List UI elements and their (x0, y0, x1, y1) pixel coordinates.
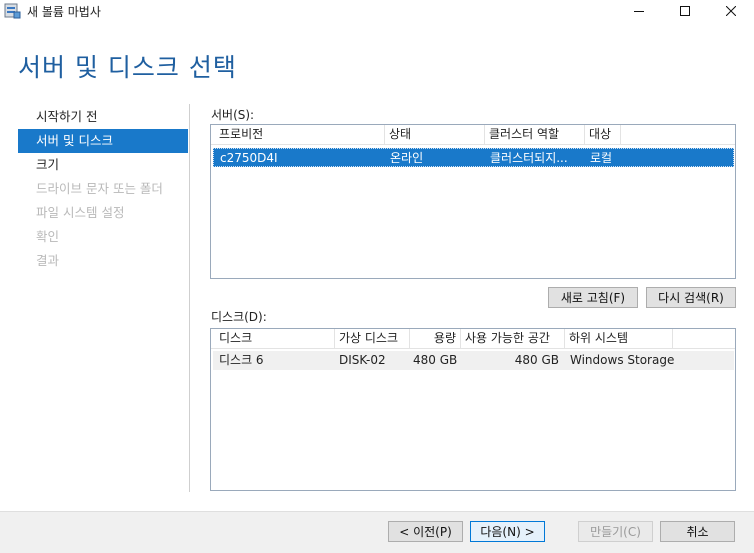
server-list[interactable]: 프로비전 상태 클러스터 역할 대상 c2750D4I 온라인 클러스터되지..… (210, 124, 736, 279)
cell-cluster-role: 클러스터되지... (490, 151, 568, 165)
disk-list-header: 디스크 가상 디스크 용량 사용 가능한 공간 하위 시스템 (211, 329, 735, 349)
column-header-status[interactable]: 상태 (385, 125, 485, 145)
nav-item-server-and-disk[interactable]: 서버 및 디스크 (18, 129, 188, 153)
minimize-button[interactable] (616, 0, 662, 22)
cell-status: 온라인 (390, 151, 424, 165)
cell-subsystem: Windows Storage (570, 353, 675, 367)
close-button[interactable] (708, 0, 754, 22)
column-header-subsystem[interactable]: 하위 시스템 (565, 329, 673, 349)
previous-button[interactable]: < 이전(P) (388, 521, 463, 542)
table-row[interactable]: c2750D4I 온라인 클러스터되지... 로컬 (213, 148, 734, 167)
maximize-icon (680, 6, 690, 16)
server-list-label: 서버(S): (211, 108, 255, 122)
cancel-button[interactable]: 취소 (660, 521, 735, 542)
cell-target: 로컬 (590, 151, 613, 165)
column-header-disk[interactable]: 디스크 (215, 329, 335, 349)
wizard-steps-nav: 시작하기 전 서버 및 디스크 크기 드라이브 문자 또는 폴더 파일 시스템 … (18, 105, 188, 273)
server-list-header: 프로비전 상태 클러스터 역할 대상 (211, 125, 735, 145)
disk-list[interactable]: 디스크 가상 디스크 용량 사용 가능한 공간 하위 시스템 디스크 6 DIS… (210, 328, 736, 491)
volume-wizard-icon (4, 3, 21, 19)
refresh-button[interactable]: 새로 고침(F) (548, 287, 638, 308)
disk-list-label: 디스크(D): (211, 310, 267, 324)
page-title: 서버 및 디스크 선택 (18, 53, 237, 82)
cell-virtual-disk: DISK-02 (339, 353, 386, 367)
column-header-virtual-disk[interactable]: 가상 디스크 (335, 329, 410, 349)
rescan-button[interactable]: 다시 검색(R) (646, 287, 736, 308)
window-title: 새 볼륨 마법사 (27, 5, 101, 19)
close-icon (726, 6, 736, 16)
nav-item-drive-letter: 드라이브 문자 또는 폴더 (36, 181, 163, 196)
column-header-free-space[interactable]: 사용 가능한 공간 (461, 329, 565, 349)
create-button: 만들기(C) (578, 521, 653, 542)
column-header-target[interactable]: 대상 (585, 125, 621, 145)
cell-provision: c2750D4I (220, 151, 278, 165)
minimize-icon (634, 11, 644, 12)
nav-divider (189, 104, 190, 492)
table-row[interactable]: 디스크 6 DISK-02 480 GB 480 GB Windows Stor… (213, 351, 734, 370)
title-bar: 새 볼륨 마법사 (0, 0, 754, 22)
nav-item-before-you-begin[interactable]: 시작하기 전 (18, 105, 188, 129)
column-header-capacity[interactable]: 용량 (410, 329, 461, 349)
cell-capacity: 480 GB (413, 353, 458, 367)
next-button[interactable]: 다음(N) > (470, 521, 545, 542)
maximize-button[interactable] (662, 0, 708, 22)
nav-item-results: 결과 (36, 253, 60, 268)
column-header-cluster-role[interactable]: 클러스터 역할 (485, 125, 585, 145)
nav-item-confirmation: 확인 (36, 229, 60, 244)
nav-item-file-system: 파일 시스템 설정 (36, 205, 125, 220)
nav-item-size[interactable]: 크기 (18, 153, 188, 177)
cell-free-space: 480 GB (514, 353, 559, 367)
cell-disk: 디스크 6 (219, 353, 264, 367)
column-header-provision[interactable]: 프로비전 (215, 125, 385, 145)
